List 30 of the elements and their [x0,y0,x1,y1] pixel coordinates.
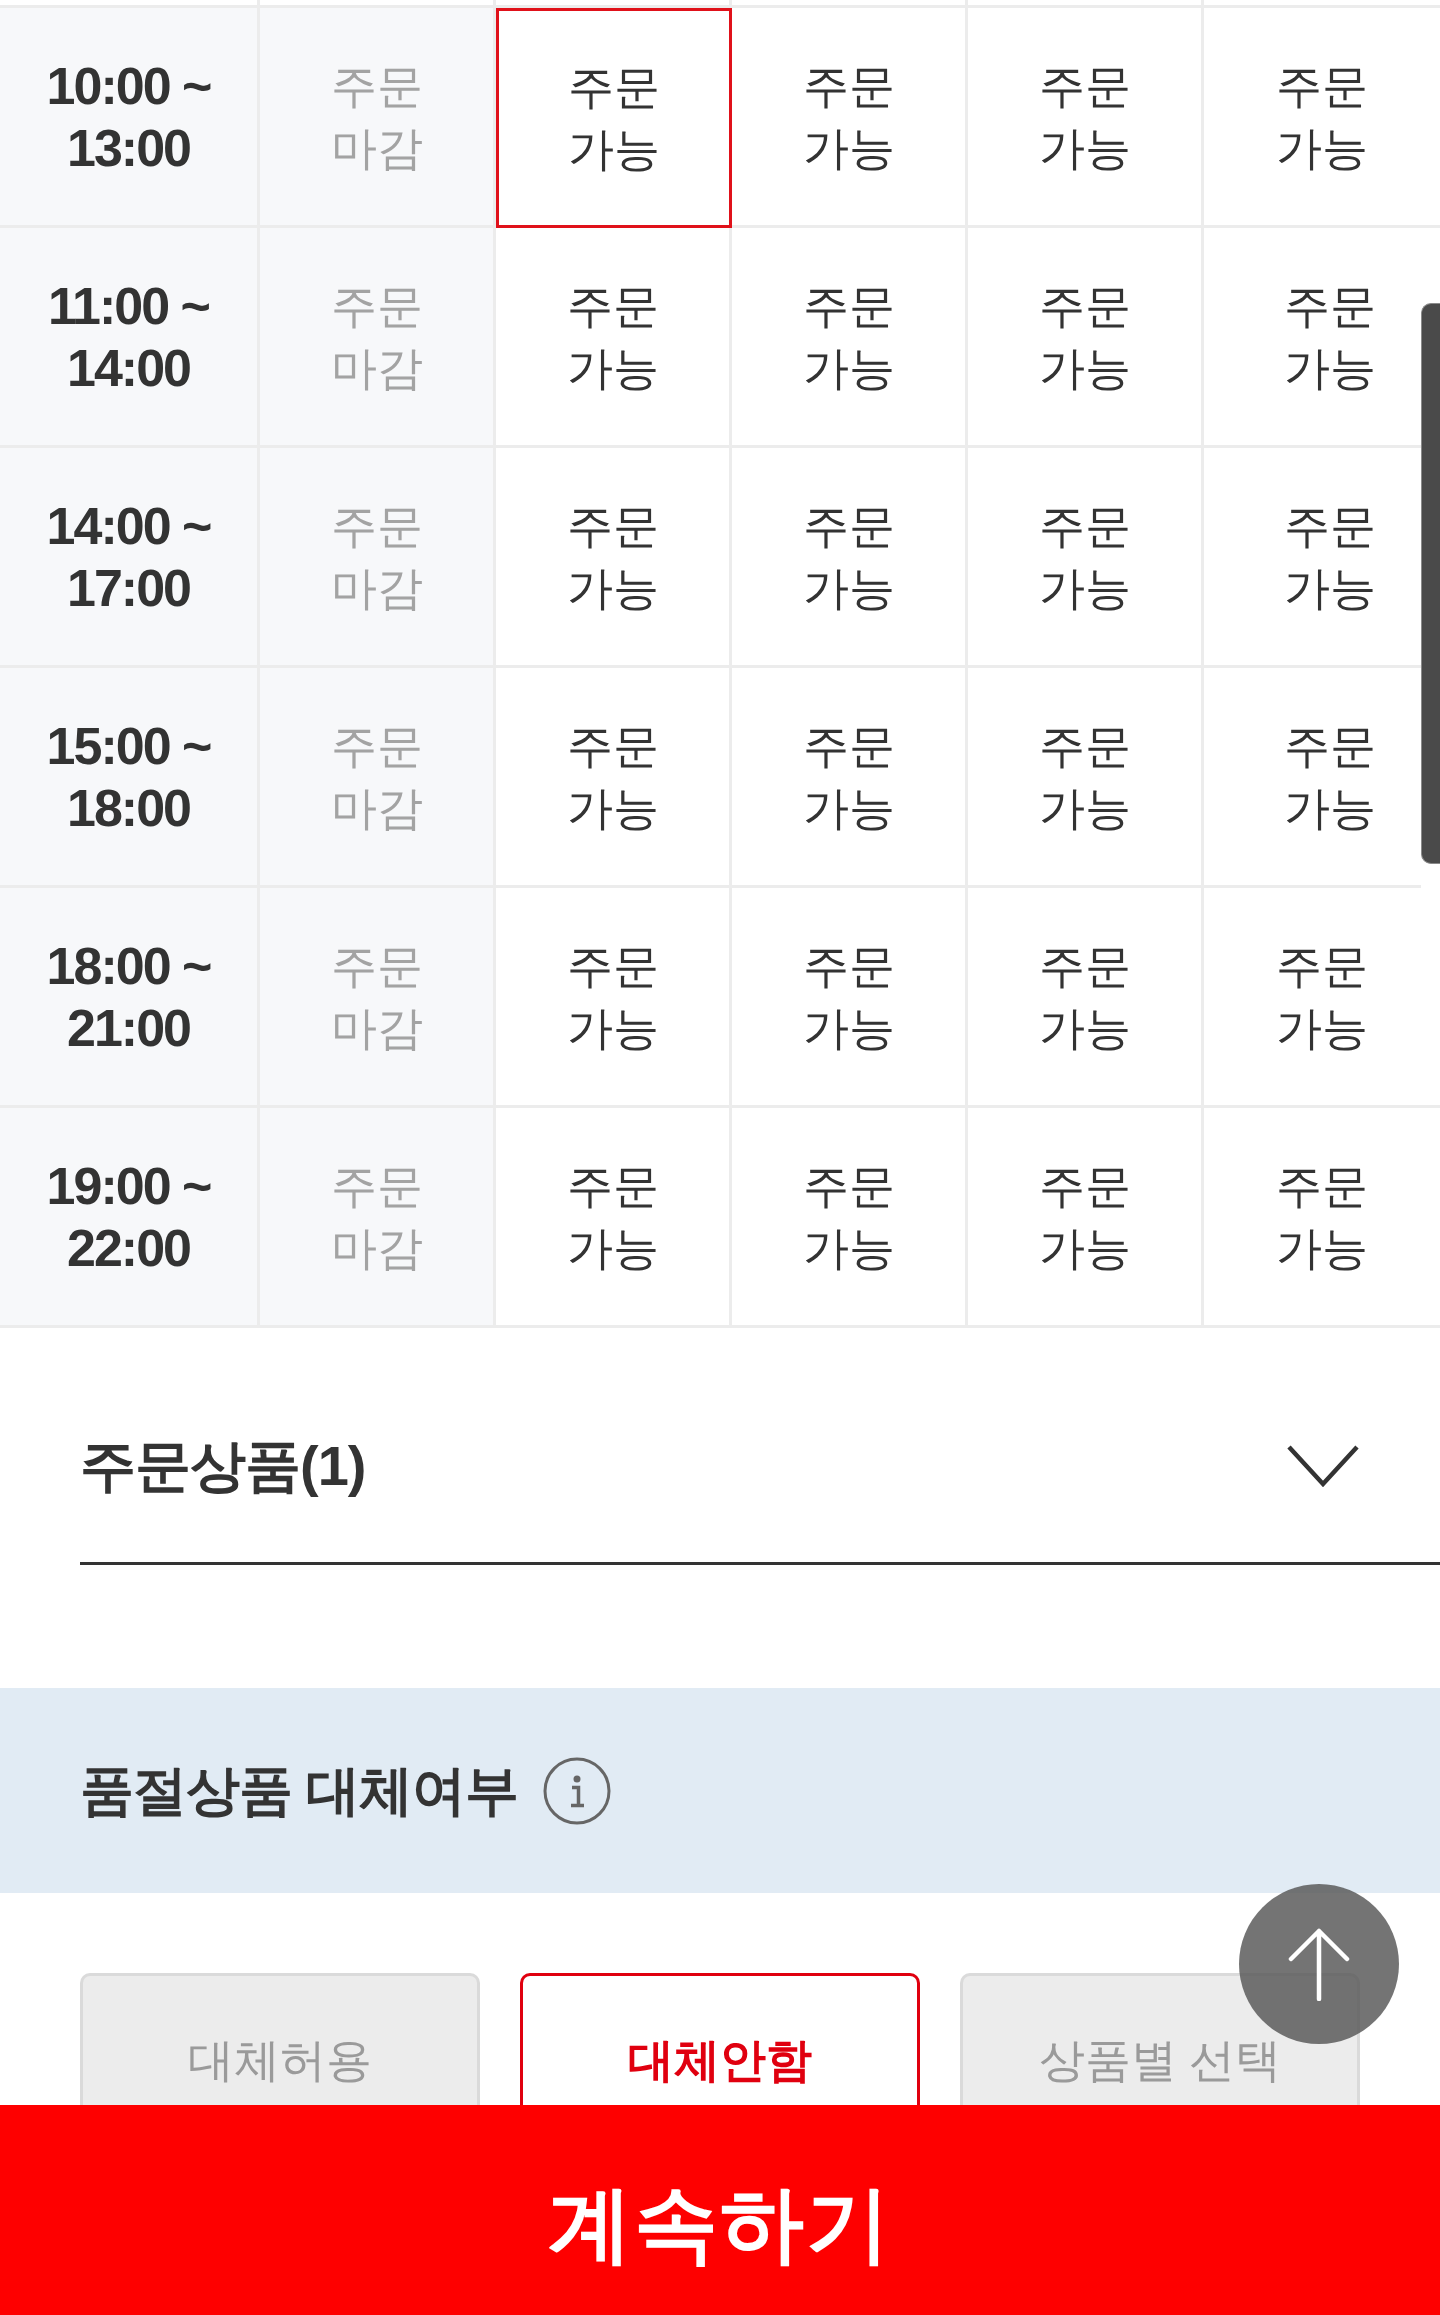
time-slot[interactable]: 주문 가능 [968,668,1204,888]
time-range: 14:00 ~ 17:00 [0,448,260,668]
time-slot[interactable]: 주문 가능 [968,228,1204,448]
time-slot[interactable]: 주문 가능 [732,1108,968,1328]
option-button[interactable]: 대체안함 [520,1973,920,2105]
continue-button[interactable]: 계속하기 [0,2105,1440,2315]
time-slot[interactable]: 주문 가능 [496,448,732,668]
time-slot[interactable]: 주문 가능 [732,228,968,448]
time-range: 19:00 ~ 22:00 [0,1108,260,1328]
time-slot[interactable]: 주문 가능 [732,448,968,668]
order-items-toggle[interactable]: 주문상품(1) [80,1370,1440,1565]
time-slot[interactable]: 주문 가능 [968,448,1204,668]
time-slot[interactable]: 주문 가능 [496,1108,732,1328]
info-icon[interactable] [543,1756,611,1825]
arrow-up-icon [1288,1927,1350,2001]
time-slot[interactable]: 주문 가능 [496,668,732,888]
time-slot[interactable]: 주문 가능 [496,228,732,448]
time-slot[interactable]: 주문 가능 [968,888,1204,1108]
time-slot[interactable]: 주문 가능 [732,888,968,1108]
time-slot[interactable]: 주문 가능 [496,888,732,1108]
time-slot[interactable]: 주문 가능 [496,8,732,228]
time-range: 11:00 ~ 14:00 [0,228,260,448]
time-range: 18:00 ~ 21:00 [0,888,260,1108]
time-slot[interactable]: 주문 가능 [732,668,968,888]
time-range: 15:00 ~ 18:00 [0,668,260,888]
time-slot[interactable]: 주문 가능 [732,8,968,228]
time-slot[interactable]: 주문 가능 [968,8,1204,228]
section-title: 품절상품 대체여부 [80,1759,518,1822]
time-range: 10:00 ~ 13:00 [0,8,260,228]
time-slot[interactable]: 주문 가능 [968,1108,1204,1328]
